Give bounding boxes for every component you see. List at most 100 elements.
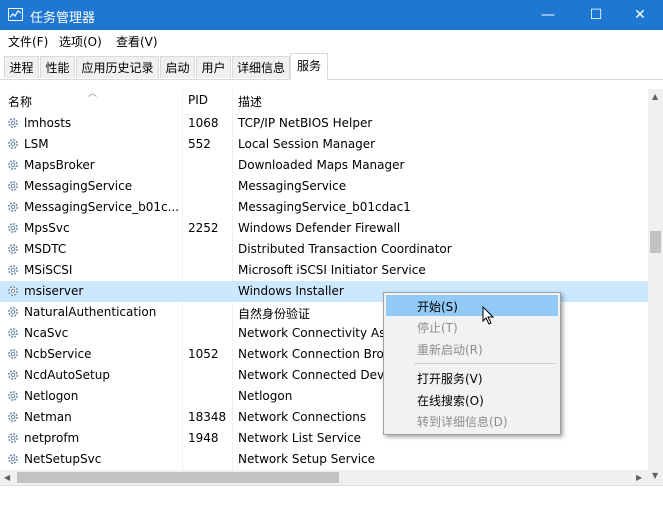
service-description: Windows Defender Firewall: [238, 221, 401, 235]
vertical-scrollbar[interactable]: ▲ ▼: [648, 89, 663, 485]
window-title: 任务管理器: [30, 11, 96, 26]
ctx-start[interactable]: 开始(S): [386, 295, 558, 316]
ctx-search-online[interactable]: 在线搜索(O): [386, 389, 558, 410]
service-description: Local Session Manager: [238, 137, 376, 151]
menu-options[interactable]: 选项(O): [59, 33, 102, 50]
menu-view[interactable]: 查看(V): [116, 33, 158, 50]
tab-users[interactable]: 用户: [196, 56, 231, 78]
table-row[interactable]: MapsBroker Downloaded Maps Manager: [0, 155, 648, 176]
service-name: LSM: [24, 137, 49, 151]
ctx-goto-details[interactable]: 转到详细信息(D): [386, 410, 558, 431]
vertical-scroll-thumb[interactable]: [650, 231, 661, 253]
gear-icon: [6, 263, 20, 277]
scroll-right-icon[interactable]: ▶: [636, 473, 642, 482]
gear-icon: [6, 368, 20, 382]
service-pid: 552: [188, 137, 211, 151]
service-description: Distributed Transaction Coordinator: [238, 242, 452, 256]
gear-icon: [6, 347, 20, 361]
gear-icon: [6, 242, 20, 256]
ctx-goto-details-label: 转到详细信息(D): [417, 415, 508, 429]
close-button[interactable]: ✕: [617, 0, 663, 30]
tab-app-history[interactable]: 应用历史记录: [76, 56, 159, 78]
gear-icon: [6, 116, 20, 130]
minimize-button[interactable]: —: [525, 0, 571, 30]
service-description: Downloaded Maps Manager: [238, 158, 405, 172]
gear-icon: [6, 326, 20, 340]
ctx-start-label: 开始(S): [417, 300, 458, 314]
service-pid: 18348: [188, 410, 227, 424]
task-manager-icon: [8, 8, 23, 21]
service-description: Netlogon: [238, 389, 293, 403]
service-description: Network Setup Service: [238, 452, 376, 466]
service-name: NetSetupSvc: [24, 452, 102, 466]
gear-icon: [6, 305, 20, 319]
gear-icon: [6, 158, 20, 172]
service-description: 自然身份验证: [238, 307, 311, 321]
table-row[interactable]: MpsSvc 2252 Windows Defender Firewall: [0, 218, 648, 239]
maximize-button[interactable]: ☐: [573, 0, 619, 30]
mouse-pointer-icon: [482, 306, 495, 325]
scroll-down-icon[interactable]: ▼: [652, 471, 658, 480]
horizontal-scroll-thumb[interactable]: [17, 472, 339, 483]
tab-bar: 进程 性能 应用历史记录 启动 用户 详细信息 服务: [0, 52, 663, 80]
table-row[interactable]: MSDTC Distributed Transaction Coordinator: [0, 239, 648, 260]
ctx-stop-label: 停止(T): [417, 321, 458, 335]
menu-file[interactable]: 文件(F): [8, 33, 48, 50]
service-name: NcdAutoSetup: [24, 368, 110, 382]
scroll-up-icon[interactable]: ▲: [652, 92, 658, 101]
ctx-separator: [414, 363, 556, 364]
service-name: MSiSCSI: [24, 263, 73, 277]
service-name: MSDTC: [24, 242, 67, 256]
ctx-open-services-label: 打开服务(V): [417, 372, 483, 386]
column-name-header[interactable]: 名称: [8, 93, 32, 110]
column-desc-header[interactable]: 描述: [238, 93, 262, 110]
service-name: netprofm: [24, 431, 80, 445]
gear-icon: [6, 389, 20, 403]
table-row[interactable]: MessagingService MessagingService: [0, 176, 648, 197]
service-description: Network Connections: [238, 410, 367, 424]
service-name: Netman: [24, 410, 72, 424]
table-row[interactable]: lmhosts 1068 TCP/IP NetBIOS Helper: [0, 113, 648, 134]
service-description: MessagingService: [238, 179, 347, 193]
service-name: lmhosts: [24, 116, 72, 130]
scroll-left-icon[interactable]: ◀: [4, 473, 10, 482]
service-description: Windows Installer: [238, 284, 344, 298]
service-description: Network Connection Bro: [238, 347, 384, 361]
gear-icon: [6, 284, 20, 298]
service-description: Network List Service: [238, 431, 362, 445]
ctx-stop[interactable]: 停止(T): [386, 316, 558, 337]
table-row[interactable]: MessagingService_b01c... MessagingService…: [0, 197, 648, 218]
table-row[interactable]: NetSetupSvc Network Setup Service: [0, 449, 648, 470]
ctx-open-services[interactable]: 打开服务(V): [386, 367, 558, 388]
context-menu: 开始(S) 停止(T) 重新启动(R) 打开服务(V) 在线搜索(O) 转到详细…: [383, 292, 561, 435]
tab-details[interactable]: 详细信息: [232, 56, 290, 78]
table-row[interactable]: LSM 552 Local Session Manager: [0, 134, 648, 155]
horizontal-scrollbar[interactable]: ◀ ▶: [0, 470, 648, 485]
service-description: Network Connectivity Ass: [238, 326, 392, 340]
title-bar: 任务管理器 — ☐ ✕: [0, 0, 663, 30]
service-description: Microsoft iSCSI Initiator Service: [238, 263, 426, 277]
tab-startup[interactable]: 启动: [160, 56, 195, 78]
gear-icon: [6, 179, 20, 193]
gear-icon: [6, 221, 20, 235]
service-pid: 1052: [188, 347, 219, 361]
gear-icon: [6, 200, 20, 214]
menu-bar: 文件(F) 选项(O) 查看(V): [0, 30, 663, 52]
sort-ascending-icon: ︿: [88, 89, 98, 99]
service-name: NaturalAuthentication: [24, 305, 157, 319]
ctx-search-online-label: 在线搜索(O): [417, 394, 484, 408]
tab-performance[interactable]: 性能: [40, 56, 75, 78]
service-description: Network Connected Devi: [238, 368, 388, 382]
service-name: MapsBroker: [24, 158, 95, 172]
column-pid-header[interactable]: PID: [188, 93, 208, 107]
gear-icon: [6, 137, 20, 151]
service-description: TCP/IP NetBIOS Helper: [238, 116, 373, 130]
status-footer: [0, 485, 663, 520]
tab-processes[interactable]: 进程: [4, 56, 39, 78]
tab-services[interactable]: 服务: [290, 53, 328, 80]
service-name: NcaSvc: [24, 326, 69, 340]
column-header: ︿ 名称 PID 描述: [0, 89, 648, 111]
service-name: NcbService: [24, 347, 92, 361]
table-row[interactable]: MSiSCSI Microsoft iSCSI Initiator Service: [0, 260, 648, 281]
ctx-restart[interactable]: 重新启动(R): [386, 338, 558, 359]
